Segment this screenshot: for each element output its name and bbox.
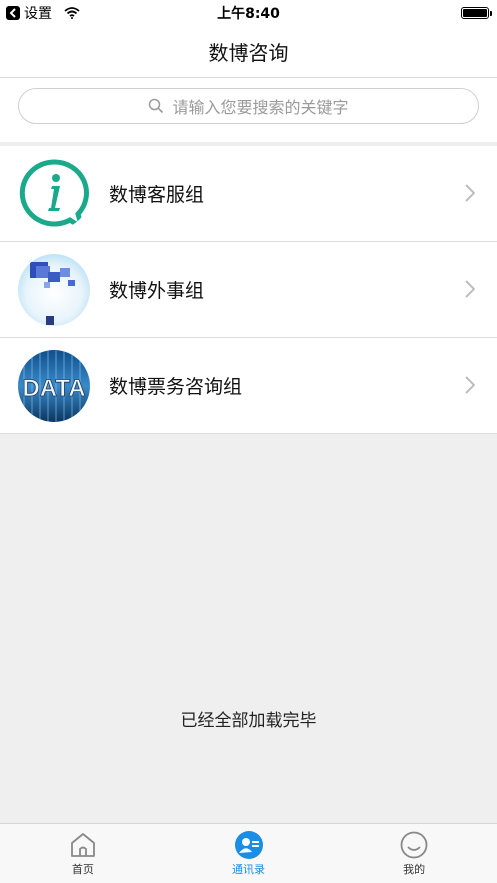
nav-bar: 数博咨询 [0, 26, 497, 78]
search-input[interactable]: 请输入您要搜索的关键字 [18, 88, 479, 124]
chevron-right-icon [465, 184, 476, 206]
tab-contacts[interactable]: 通讯录 [166, 824, 332, 883]
chevron-right-icon [465, 376, 476, 398]
data-image-avatar: DATA [18, 349, 90, 422]
search-area: 请输入您要搜索的关键字 [0, 78, 497, 142]
list-item[interactable]: DATA 数博票务咨询组 [0, 338, 497, 434]
tab-bar: 首页 通讯录 我的 [0, 823, 497, 883]
status-bar: 上午8:40 设置 [0, 0, 497, 26]
tab-label: 我的 [403, 863, 426, 876]
status-time: 上午8:40 [217, 6, 280, 22]
battery-icon [461, 7, 492, 19]
contacts-icon [234, 831, 263, 859]
page-title: 数博咨询 [208, 41, 289, 65]
all-loaded-text: 已经全部加载完毕 [180, 711, 317, 731]
tab-home[interactable]: 首页 [0, 824, 166, 883]
group-list: 数博客服组 数博外事组 DATA 数博票务咨询组 [0, 146, 497, 434]
search-icon [148, 98, 164, 114]
svg-text:DATA: DATA [22, 375, 85, 402]
list-item-label: 数博票务咨询组 [109, 376, 243, 398]
list-item[interactable]: 数博外事组 [0, 242, 497, 338]
tab-label: 首页 [71, 863, 94, 876]
list-item-label: 数博外事组 [109, 280, 205, 302]
list-item[interactable]: 数博客服组 [0, 146, 497, 242]
list-item-label: 数博客服组 [109, 184, 205, 206]
chevron-right-icon [465, 280, 476, 302]
home-icon [69, 831, 97, 859]
blue-cubes-avatar [18, 253, 90, 326]
search-placeholder: 请输入您要搜索的关键字 [172, 98, 349, 117]
info-bubble-avatar [18, 158, 90, 230]
tab-profile[interactable]: 我的 [331, 824, 497, 883]
smiley-profile-icon [400, 831, 428, 859]
tab-label: 通讯录 [232, 863, 265, 876]
